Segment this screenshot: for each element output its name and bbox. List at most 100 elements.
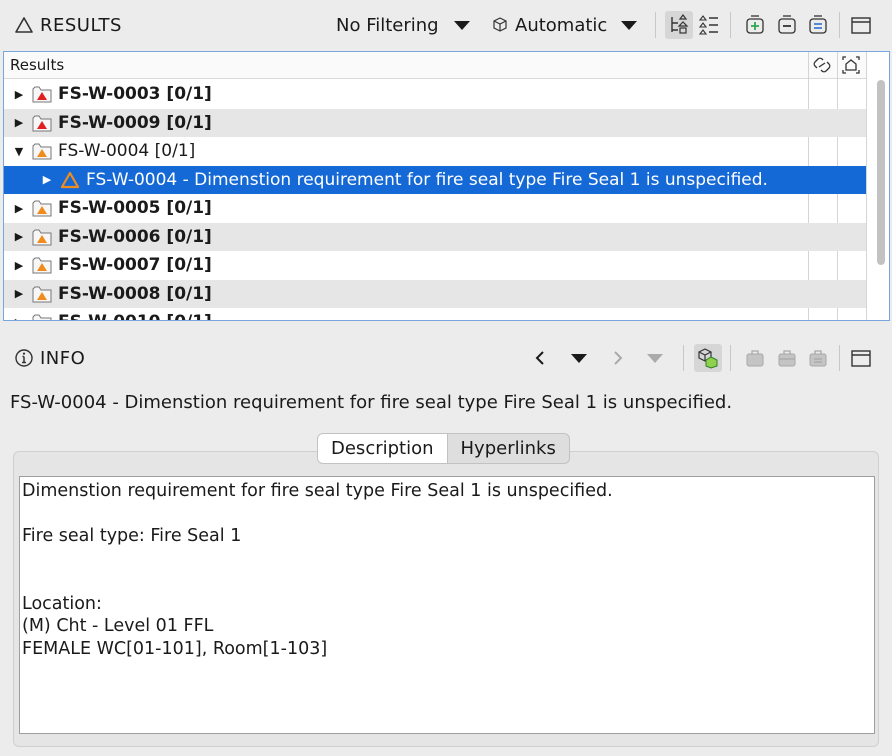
briefcase-icon	[809, 350, 827, 367]
briefcase-icon	[746, 350, 764, 367]
add-icon	[746, 15, 764, 34]
link-icon[interactable]	[811, 55, 833, 75]
results-scrollbar[interactable]	[875, 80, 887, 320]
expand-toggle[interactable]: ▶	[14, 116, 24, 129]
results-title-label: RESULTS	[40, 14, 122, 36]
cube-select-icon	[698, 348, 718, 369]
result-row-label: FS-W-0005 [0/1]	[58, 198, 212, 219]
mode-dropdown[interactable]: Automatic	[491, 12, 638, 38]
results-column-label: Results	[10, 56, 65, 74]
result-row-label: FS-W-0010 [0/1]	[58, 312, 212, 320]
case-button-3[interactable]	[804, 344, 832, 372]
result-group-row[interactable]: ▶ FS-W-0007 [0/1]	[4, 251, 866, 280]
tree-view-button[interactable]	[665, 11, 693, 39]
info-panel-title: INFO	[14, 348, 85, 369]
cube-icon	[493, 17, 507, 32]
results-panel-header: RESULTS No Filtering Automatic	[0, 0, 892, 50]
description-line: Location:	[22, 593, 102, 614]
maximize-icon	[851, 350, 871, 367]
result-group-row[interactable]: ▼ FS-W-0004 [0/1]	[4, 137, 866, 166]
info-maximize-button[interactable]	[847, 344, 875, 372]
description-line	[22, 503, 872, 526]
result-group-row[interactable]: ▶ FS-W-0009 [0/1]	[4, 108, 866, 137]
expand-toggle[interactable]: ▶	[42, 173, 52, 186]
description-line	[22, 548, 872, 571]
tab-description[interactable]: Description	[318, 434, 448, 463]
description-line: (M) Cht - Level 01 FFL	[22, 616, 214, 636]
result-issue-row[interactable]: ▶ FS-W-0004 - Dimenstion requirement for …	[4, 165, 866, 194]
warning-folder-icon	[32, 257, 52, 274]
results-panel-title: RESULTS	[14, 15, 122, 36]
expand-toggle[interactable]: ▶	[14, 259, 24, 272]
show-in-model-button[interactable]	[694, 344, 722, 372]
back-button[interactable]	[527, 344, 555, 372]
scrollbar-thumb[interactable]	[877, 80, 885, 265]
warning-folder-icon	[32, 143, 52, 160]
maximize-icon	[851, 17, 871, 34]
history-forward-dropdown[interactable]	[641, 344, 669, 372]
error-folder-icon	[32, 115, 52, 132]
case-button-2[interactable]	[773, 344, 801, 372]
results-warning-icon	[15, 17, 33, 33]
result-row-label: FS-W-0004 - Dimenstion requirement for f…	[86, 169, 768, 190]
home-icon[interactable]	[840, 54, 862, 76]
result-row-label: FS-W-0006 [0/1]	[58, 226, 212, 247]
info-tabs: Description Hyperlinks	[317, 433, 570, 464]
list-view-button[interactable]	[695, 11, 723, 39]
description-line	[22, 570, 872, 593]
tab-hyperlinks[interactable]: Hyperlinks	[448, 434, 569, 463]
expand-toggle[interactable]: ▶	[14, 316, 24, 320]
remove-button[interactable]	[773, 11, 801, 39]
description-line: Fire seal type: Fire Seal 1	[22, 526, 242, 546]
warning-folder-icon	[32, 286, 52, 303]
description-line: Dimenstion requirement for fire seal typ…	[22, 481, 613, 501]
result-group-row[interactable]: ▶ FS-W-0010 [0/1]	[4, 308, 866, 320]
warning-folder-icon	[32, 229, 52, 246]
error-folder-icon	[32, 86, 52, 103]
warning-triangle-icon	[60, 171, 80, 188]
result-row-label: FS-W-0007 [0/1]	[58, 255, 212, 276]
result-row-label: FS-W-0004 [0/1]	[58, 141, 196, 162]
details-icon	[809, 15, 827, 34]
remove-icon	[778, 15, 796, 34]
result-row-label: FS-W-0008 [0/1]	[58, 283, 212, 304]
details-button[interactable]	[804, 11, 832, 39]
info-icon	[15, 349, 33, 367]
chevron-down-icon	[647, 353, 663, 363]
chevron-right-icon	[614, 351, 623, 365]
maximize-button[interactable]	[847, 11, 875, 39]
toolbar-separator	[683, 345, 684, 371]
toolbar-separator	[839, 345, 840, 371]
chevron-down-icon	[621, 20, 638, 30]
info-title-label: INFO	[40, 347, 86, 369]
result-group-row[interactable]: ▶ FS-W-0006 [0/1]	[4, 222, 866, 251]
history-back-dropdown[interactable]	[565, 344, 593, 372]
expand-toggle[interactable]: ▶	[14, 230, 24, 243]
column-divider	[866, 52, 867, 320]
chevron-left-icon	[535, 351, 544, 365]
collapse-toggle[interactable]: ▼	[14, 145, 24, 158]
warning-folder-icon	[32, 314, 52, 320]
expand-toggle[interactable]: ▶	[14, 88, 24, 101]
toolbar-separator	[730, 12, 731, 38]
expand-toggle[interactable]: ▶	[14, 287, 24, 300]
toolbar-separator	[655, 12, 656, 38]
warning-folder-icon	[32, 200, 52, 217]
results-tree-table[interactable]: Results ▶ FS-W-0003 [0/1] ▶ FS-W-0009 [0/1]…	[3, 51, 890, 321]
results-column-header: Results	[4, 52, 866, 79]
result-group-row[interactable]: ▶ FS-W-0008 [0/1]	[4, 279, 866, 308]
case-button-1[interactable]	[741, 344, 769, 372]
result-group-row[interactable]: ▶ FS-W-0003 [0/1]	[4, 80, 866, 109]
add-button[interactable]	[741, 11, 769, 39]
toolbar-separator	[730, 345, 731, 371]
briefcase-icon	[778, 350, 796, 367]
result-row-label: FS-W-0003 [0/1]	[58, 84, 212, 105]
expand-toggle[interactable]: ▶	[14, 202, 24, 215]
filter-dropdown[interactable]: No Filtering	[336, 12, 470, 38]
forward-button[interactable]	[603, 344, 631, 372]
toolbar-separator	[839, 12, 840, 38]
description-text-area[interactable]: Dimenstion requirement for fire seal typ…	[19, 476, 875, 734]
tree-view-icon	[671, 14, 689, 34]
mode-dropdown-label: Automatic	[515, 14, 608, 36]
result-group-row[interactable]: ▶ FS-W-0005 [0/1]	[4, 194, 866, 223]
